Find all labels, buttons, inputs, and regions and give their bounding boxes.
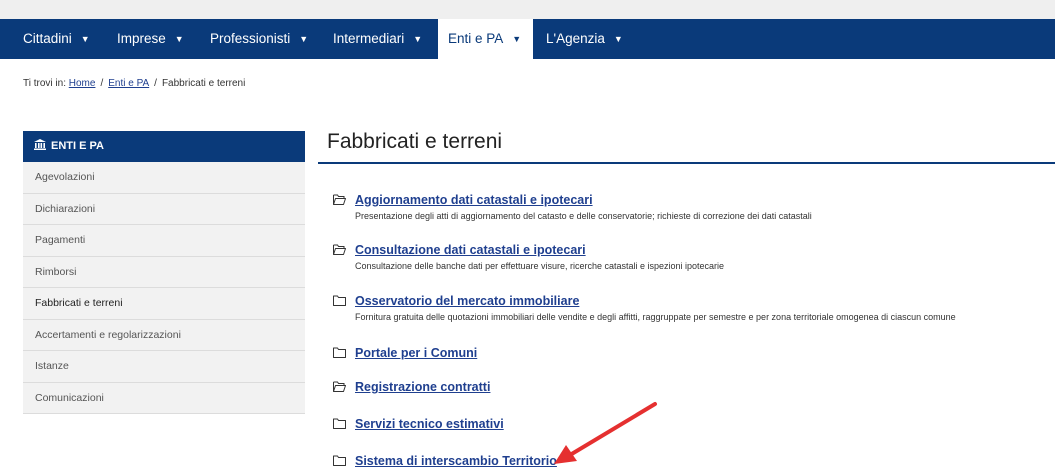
caret-down-icon: ▼ bbox=[413, 34, 423, 44]
link-description: Consultazione delle banche dati per effe… bbox=[355, 261, 725, 271]
link-portale-comuni[interactable]: Portale per i Comuni bbox=[355, 346, 477, 360]
nav-label: L'Agenzia bbox=[546, 31, 605, 46]
sidebar-item-fabbricati-e-terreni[interactable]: Fabbricati e terreni bbox=[23, 288, 305, 320]
link-osservatorio[interactable]: Osservatorio del mercato immobiliare bbox=[355, 294, 579, 308]
sidebar-item-dichiarazioni[interactable]: Dichiarazioni bbox=[23, 193, 305, 225]
sidebar-item-label: Fabbricati e terreni bbox=[35, 297, 123, 309]
nav-label: Enti e PA bbox=[448, 31, 504, 46]
sidebar-item-label: Comunicazioni bbox=[35, 391, 104, 404]
sidebar-item-label: Dichiarazioni bbox=[35, 202, 96, 215]
nav-label: Professionisti bbox=[210, 31, 291, 46]
breadcrumb-separator: / bbox=[100, 78, 104, 89]
breadcrumb-current: Fabbricati e terreni bbox=[161, 78, 246, 89]
sidebar-item-istanze[interactable]: Istanze bbox=[23, 351, 305, 383]
caret-down-icon: ▼ bbox=[80, 34, 90, 44]
list-item-portale-comuni: Portale per i Comuni bbox=[333, 345, 477, 361]
list-item-sistema-interscambio: Sistema di interscambio Territorio bbox=[333, 453, 557, 468]
caret-down-icon: ▼ bbox=[174, 34, 184, 44]
breadcrumb-separator: / bbox=[154, 78, 157, 89]
sidebar-item-label: Pagamenti bbox=[35, 234, 86, 246]
page-title: Fabbricati e terreni bbox=[327, 130, 503, 153]
nav-label: Intermediari bbox=[333, 31, 405, 46]
list-item-aggiornamento: Aggiornamento dati catastali e ipotecari… bbox=[333, 192, 812, 221]
link-servizi-tecnico[interactable]: Servizi tecnico estimativi bbox=[355, 417, 504, 431]
folder-open-icon bbox=[333, 381, 346, 392]
top-strip bbox=[0, 0, 1055, 19]
nav-item-enti-e-pa[interactable]: Enti e PA ▼ bbox=[438, 19, 534, 59]
caret-down-icon: ▼ bbox=[613, 34, 623, 44]
sidebar-item-label: Rimborsi bbox=[35, 265, 77, 278]
sidebar-item-label: Istanze bbox=[35, 360, 69, 372]
sidebar-item-accertamenti[interactable]: Accertamenti e regolarizzazioni bbox=[23, 319, 305, 351]
breadcrumb-link-home[interactable]: Home bbox=[69, 78, 96, 89]
list-item-consultazione: Consultazione dati catastali e ipotecari… bbox=[333, 242, 724, 271]
folder-icon bbox=[333, 455, 346, 466]
sidebar-item-label: Accertamenti e regolarizzazioni bbox=[35, 328, 181, 341]
nav-item-imprese[interactable]: Imprese ▼ bbox=[108, 19, 193, 59]
sidebar-item-rimborsi[interactable]: Rimborsi bbox=[23, 256, 305, 288]
folder-icon bbox=[333, 418, 346, 429]
breadcrumb-prefix: Ti trovi in: bbox=[23, 78, 66, 89]
sidebar-header-label: ENTI E PA bbox=[51, 140, 104, 152]
nav-label: Cittadini bbox=[23, 31, 72, 46]
caret-down-icon: ▼ bbox=[299, 34, 309, 44]
sidebar-item-pagamenti[interactable]: Pagamenti bbox=[23, 225, 305, 257]
breadcrumb: Ti trovi in: Home / Enti e PA / Fabbricati e… bbox=[23, 78, 245, 89]
folder-open-icon bbox=[333, 244, 346, 255]
list-item-registrazione: Registrazione contratti bbox=[333, 379, 490, 395]
caret-down-icon: ▼ bbox=[512, 34, 522, 44]
sidebar: ENTI E PA Agevolazioni Dichiarazioni Pag… bbox=[23, 131, 305, 414]
link-consultazione-dati[interactable]: Consultazione dati catastali e ipotecari bbox=[355, 243, 586, 257]
sidebar-item-comunicazioni[interactable]: Comunicazioni bbox=[23, 382, 305, 414]
nav-item-cittadini[interactable]: Cittadini ▼ bbox=[14, 19, 99, 59]
link-description: Presentazione degli atti di aggiornament… bbox=[355, 211, 812, 221]
nav-item-intermediari[interactable]: Intermediari ▼ bbox=[324, 19, 431, 59]
breadcrumb-link-enti-e-pa[interactable]: Enti e PA bbox=[108, 78, 149, 89]
folder-open-icon bbox=[333, 194, 346, 205]
folder-icon bbox=[333, 295, 346, 306]
sidebar-item-label: Agevolazioni bbox=[35, 171, 95, 183]
link-registrazione-contratti[interactable]: Registrazione contratti bbox=[355, 380, 490, 394]
sidebar-item-agevolazioni[interactable]: Agevolazioni bbox=[23, 162, 305, 194]
nav-item-professionisti[interactable]: Professionisti ▼ bbox=[201, 19, 317, 59]
list-item-osservatorio: Osservatorio del mercato immobiliare For… bbox=[333, 293, 956, 322]
title-divider bbox=[318, 162, 1055, 164]
link-sistema-interscambio[interactable]: Sistema di interscambio Territorio bbox=[355, 454, 557, 468]
link-description: Fornitura gratuita delle quotazioni immo… bbox=[355, 312, 956, 322]
sidebar-header: ENTI E PA bbox=[23, 131, 305, 162]
folder-icon bbox=[333, 347, 346, 358]
institution-icon bbox=[34, 139, 46, 150]
main-nav: Cittadini ▼ Imprese ▼ Professionisti ▼ Inte… bbox=[0, 19, 1055, 59]
nav-item-agenzia[interactable]: L'Agenzia ▼ bbox=[537, 19, 632, 59]
nav-label: Imprese bbox=[117, 31, 166, 46]
list-item-servizi-tecnico: Servizi tecnico estimativi bbox=[333, 416, 504, 432]
link-aggiornamento-dati[interactable]: Aggiornamento dati catastali e ipotecari bbox=[355, 193, 593, 207]
